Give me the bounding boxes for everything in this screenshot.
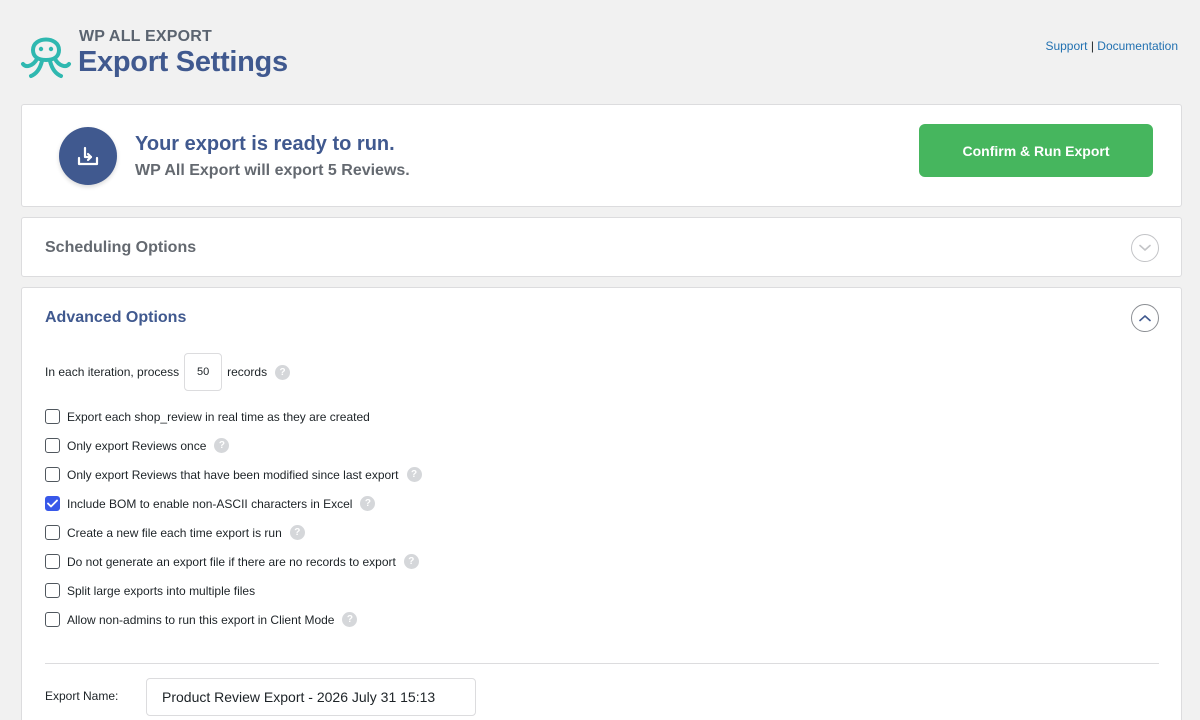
option-checkbox[interactable] [45,467,60,482]
help-icon[interactable]: ? [406,467,422,482]
iteration-suffix: records [227,365,268,379]
export-name-input[interactable] [146,678,476,716]
page-title: Export Settings [78,46,288,78]
option-checkbox[interactable] [45,612,60,627]
scheduling-options-panel[interactable]: Scheduling Options [21,217,1182,277]
chevron-down-icon [1139,244,1151,251]
option-checkbox[interactable] [45,438,60,453]
export-name-label: Export Name: [45,689,119,703]
advanced-options-list: Export each shop_review in real time as … [45,402,422,634]
option-label[interactable]: Create a new file each time export is ru… [67,526,282,540]
option-export-once[interactable]: Only export Reviews once ? [45,431,422,460]
option-checkbox[interactable] [45,409,60,424]
download-tray-icon [59,127,117,185]
section-divider [45,663,1159,664]
confirm-run-export-button[interactable]: Confirm & Run Export [919,124,1153,177]
advanced-collapse-button[interactable] [1131,304,1159,332]
option-client-mode[interactable]: Allow non-admins to run this export in C… [45,605,422,634]
advanced-options-heading[interactable]: Advanced Options [45,309,186,327]
page-header: WP ALL EXPORT Export Settings Support | … [20,22,1180,84]
support-link[interactable]: Support [1045,39,1087,53]
export-ready-panel: Your export is ready to run. WP All Expo… [21,104,1182,207]
documentation-link[interactable]: Documentation [1097,39,1178,53]
help-icon[interactable]: ? [403,554,419,569]
ready-subtitle: WP All Export will export 5 Reviews. [135,162,410,179]
header-links: Support | Documentation [1045,39,1178,53]
option-label[interactable]: Do not generate an export file if there … [67,555,396,569]
octopus-logo-icon [20,26,72,80]
help-icon[interactable]: ? [342,612,358,627]
option-include-bom[interactable]: Include BOM to enable non-ASCII characte… [45,489,422,518]
option-checkbox[interactable] [45,554,60,569]
option-checkbox[interactable] [45,525,60,540]
help-icon[interactable]: ? [289,525,305,540]
option-label[interactable]: Only export Reviews once [67,439,206,453]
option-label[interactable]: Include BOM to enable non-ASCII characte… [67,497,352,511]
checkmark-icon [47,499,58,508]
iteration-prefix: In each iteration, process [45,365,180,379]
option-label[interactable]: Split large exports into multiple files [67,584,255,598]
help-icon[interactable]: ? [214,438,230,453]
scheduling-options-heading[interactable]: Scheduling Options [45,239,196,257]
option-label[interactable]: Allow non-admins to run this export in C… [67,613,334,627]
advanced-options-panel: Advanced Options In each iteration, proc… [21,287,1182,720]
option-new-file-each-run[interactable]: Create a new file each time export is ru… [45,518,422,547]
option-checkbox[interactable] [45,583,60,598]
option-skip-empty-export[interactable]: Do not generate an export file if there … [45,547,422,576]
scheduling-expand-button[interactable] [1131,234,1159,262]
records-per-iteration-input[interactable] [184,353,223,391]
brand-name: WP ALL EXPORT [79,28,212,45]
ready-title: Your export is ready to run. [135,133,395,155]
option-checkbox[interactable] [45,496,60,511]
help-icon[interactable]: ? [360,496,376,511]
option-modified-since-last[interactable]: Only export Reviews that have been modif… [45,460,422,489]
chevron-up-icon [1139,315,1151,322]
help-icon[interactable]: ? [275,364,291,380]
option-real-time-export[interactable]: Export each shop_review in real time as … [45,402,422,431]
links-separator: | [1090,39,1094,53]
iteration-row: In each iteration, process records ? [45,352,291,392]
option-label[interactable]: Export each shop_review in real time as … [67,410,370,424]
option-label[interactable]: Only export Reviews that have been modif… [67,468,399,482]
option-split-large-exports[interactable]: Split large exports into multiple files [45,576,422,605]
